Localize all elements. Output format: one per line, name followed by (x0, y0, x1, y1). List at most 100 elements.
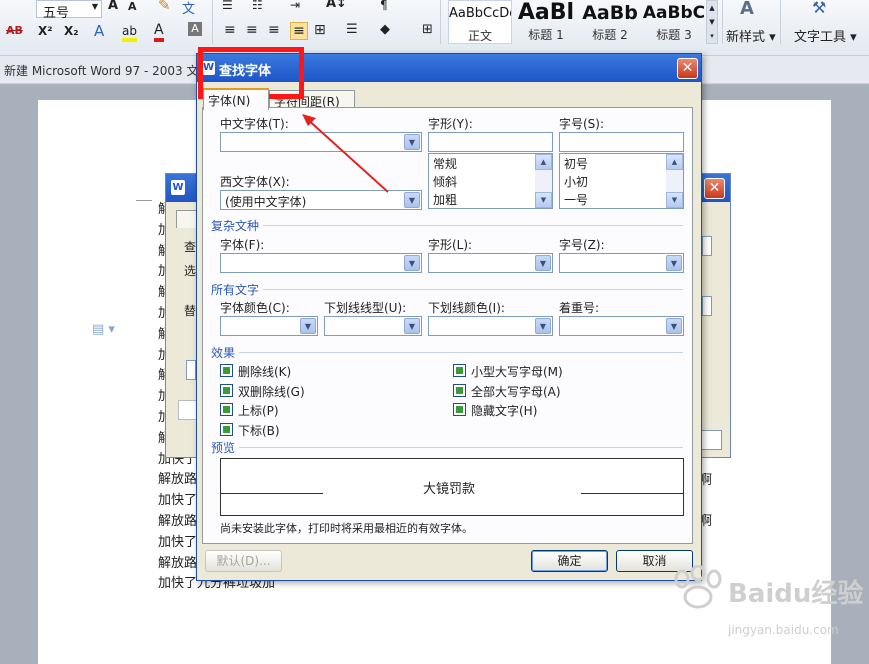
document-line[interactable]: 加快了 (158, 489, 197, 508)
font-color-icon[interactable]: A (154, 22, 164, 42)
close-icon[interactable]: ✕ (704, 178, 725, 199)
scroll-down-icon[interactable]: ▼ (666, 192, 683, 208)
preview-note: 尚未安装此字体，打印时将采用最相近的有效字体。 (220, 522, 473, 535)
list-item[interactable]: 常规 (433, 155, 457, 172)
paragraph-shading-icon[interactable]: ◆ (380, 22, 390, 37)
effect-label[interactable]: 隐藏文字(H) (471, 402, 537, 419)
western-font-value: (使用中文字体) (225, 195, 307, 209)
list-item[interactable]: 倾斜 (433, 173, 457, 190)
western-font-label: 西文字体(X): (220, 175, 290, 189)
effect-checkbox[interactable] (220, 364, 233, 377)
ok-button[interactable]: 确定 (531, 550, 608, 572)
superscript-icon[interactable]: X² (38, 24, 53, 38)
underline-type-select[interactable]: ▼ (324, 316, 422, 336)
close-icon[interactable]: ✕ (677, 58, 698, 79)
document-line[interactable]: 解放路 (158, 468, 197, 487)
new-style-icon[interactable]: A (740, 0, 754, 19)
distributed-icon[interactable]: ⊞ (314, 22, 326, 38)
styles-scroll[interactable]: ▲ ▼ ▾ (706, 0, 718, 44)
style-normal[interactable]: AaBbCcDd 正文 (448, 0, 512, 44)
complex-style-select[interactable]: ▼ (428, 253, 553, 273)
effect-label[interactable]: 小型大写字母(M) (471, 363, 563, 380)
subscript-icon[interactable]: X₂ (64, 24, 79, 38)
complex-size-select[interactable]: ▼ (559, 253, 684, 273)
style-heading-1[interactable]: AaBl 标题 1 (514, 0, 578, 44)
scroll-up-icon[interactable]: ▲ (666, 154, 683, 170)
scrollbar[interactable]: ▲ ▼ (666, 154, 683, 208)
format-button[interactable] (178, 400, 198, 420)
grow-font-icon[interactable]: A (108, 0, 118, 13)
show-marks-icon[interactable]: ¶ (380, 0, 388, 12)
all-text-heading: 所有文字 (211, 283, 260, 297)
ribbon-toolbar: 五号 ▼ A A ✎ 文 A ☰ ☷ ⇥ A↕ ¶ ≡ ≡ ≡ ≡ ⊞ ☰ ◆ ⊞… (0, 0, 869, 56)
text-tools-icon[interactable]: ⚒ (812, 0, 826, 17)
list-item[interactable]: 加粗 (433, 191, 457, 208)
complex-font-select[interactable]: ▼ (220, 253, 422, 273)
style-preview: AaBl (517, 0, 575, 25)
borders-icon[interactable]: ⊞ (422, 22, 433, 37)
effect-label[interactable]: 双删除线(G) (238, 383, 305, 400)
scroll-down-icon[interactable]: ▼ (535, 192, 552, 208)
font-size-list[interactable]: 初号 小初 一号 ▲ ▼ (559, 153, 684, 209)
align-right-icon[interactable]: ≡ (268, 22, 280, 38)
chevron-down-icon: ▼ (666, 255, 682, 271)
justify-icon[interactable]: ≡ (290, 22, 308, 40)
effect-checkbox[interactable] (453, 364, 466, 377)
watermark-url: jingyan.baidu.com (728, 623, 839, 637)
character-shading-icon[interactable]: A (188, 22, 202, 36)
font-style-list[interactable]: 常规 倾斜 加粗 ▲ ▼ (428, 153, 553, 209)
effect-label[interactable]: 上标(P) (238, 402, 279, 419)
font-color-select[interactable]: ▼ (220, 316, 318, 336)
clear-format-icon[interactable]: ✎ (158, 0, 171, 14)
paste-options-icon[interactable]: ▤ ▾ (92, 322, 115, 337)
scroll-up-icon[interactable]: ▲ (535, 154, 552, 170)
effect-label[interactable]: 全部大写字母(A) (471, 383, 561, 400)
list-item[interactable]: 小初 (564, 173, 588, 190)
complex-script-heading: 复杂文种 (211, 219, 260, 233)
align-center-icon[interactable]: ≡ (246, 22, 258, 38)
list-item[interactable]: 初号 (564, 155, 588, 172)
effect-label[interactable]: 删除线(K) (238, 363, 291, 380)
sort-icon[interactable]: A↕ (326, 0, 347, 11)
font-size-input[interactable] (559, 132, 684, 152)
new-style-button[interactable]: 新样式 ▾ (726, 26, 776, 45)
line-spacing-icon[interactable]: ☰ (346, 22, 358, 37)
strikethrough-icon[interactable]: AB (6, 24, 23, 37)
effect-checkbox[interactable] (453, 383, 466, 397)
chevron-down-icon: ▼ (404, 255, 420, 271)
default-button[interactable]: 默认(D)... (205, 550, 282, 572)
font-style-input[interactable] (428, 132, 553, 152)
indent-icon[interactable]: ⇥ (290, 0, 300, 12)
effect-checkbox[interactable] (220, 383, 233, 397)
effect-label[interactable]: 下标(B) (238, 422, 280, 439)
text-tools-button[interactable]: 文字工具 ▾ (794, 26, 857, 45)
document-line[interactable]: 加快了 (158, 531, 197, 550)
effect-checkbox[interactable] (220, 403, 233, 416)
tab-font[interactable]: 字体(N) (203, 88, 269, 110)
replace-input[interactable] (702, 296, 712, 316)
shrink-font-icon[interactable]: A (128, 0, 137, 13)
highlight-icon[interactable]: ab (122, 24, 137, 42)
align-left-icon[interactable]: ≡ (224, 22, 236, 38)
phonetic-guide-icon[interactable]: 文 (182, 0, 195, 17)
bullets-icon[interactable]: ☰ (222, 0, 233, 12)
underline-color-select[interactable]: ▼ (428, 316, 553, 336)
more-button[interactable] (186, 360, 196, 380)
list-item[interactable]: 一号 (564, 191, 588, 208)
style-heading-3[interactable]: AaBbC 标题 3 (642, 0, 706, 44)
find-input[interactable] (702, 236, 712, 256)
emphasis-select[interactable]: ▼ (559, 316, 684, 336)
document-title[interactable]: 新建 Microsoft Word 97 - 2003 文 (4, 62, 198, 79)
effect-checkbox[interactable] (453, 403, 466, 416)
style-name: 标题 2 (592, 28, 628, 42)
font-size-select[interactable]: 五号 ▼ (36, 0, 102, 21)
style-heading-2[interactable]: AaBb 标题 2 (578, 0, 642, 44)
divider (263, 289, 683, 290)
effect-checkbox[interactable] (220, 422, 233, 436)
numbering-icon[interactable]: ☷ (252, 0, 263, 12)
text-effect-icon[interactable]: A (94, 22, 104, 40)
preview-baseline-right (581, 493, 684, 494)
scrollbar[interactable]: ▲ ▼ (535, 154, 552, 208)
chevron-down-icon: ▼ (535, 318, 551, 334)
document-line[interactable]: 解放路 (158, 510, 197, 529)
